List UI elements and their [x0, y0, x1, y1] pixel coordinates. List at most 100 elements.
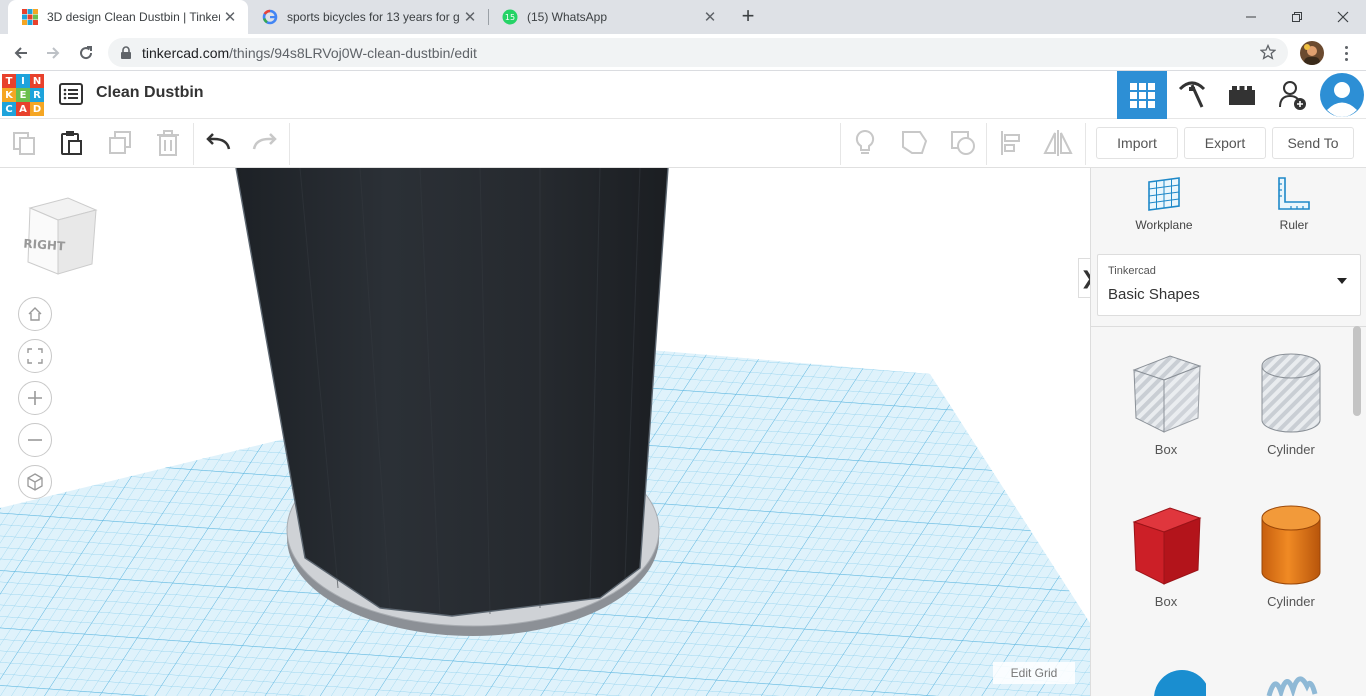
new-tab-button[interactable]: +: [736, 5, 760, 29]
browser-profile-avatar[interactable]: [1300, 41, 1324, 65]
align-icon[interactable]: [996, 128, 1026, 158]
tab-title: 3D design Clean Dustbin | Tinker: [47, 10, 220, 24]
bricks-button[interactable]: [1217, 71, 1267, 119]
restore-window-icon[interactable]: [1274, 0, 1320, 34]
ungroup-icon[interactable]: [948, 128, 978, 158]
paste-icon[interactable]: [56, 128, 86, 158]
workplane-scene[interactable]: [0, 168, 1090, 696]
close-tab-icon[interactable]: ✕: [220, 8, 240, 26]
redo-icon[interactable]: [250, 128, 280, 158]
blue-sphere-icon: [1154, 670, 1206, 696]
minus-icon: [28, 439, 42, 441]
library-source-label: Tinkercad: [1108, 265, 1156, 277]
workplane-label: Workplane: [1135, 218, 1193, 232]
3d-view-button[interactable]: [1117, 71, 1167, 119]
chevron-down-icon: [1337, 278, 1347, 284]
view-cube[interactable]: RIGHT: [22, 196, 102, 282]
zoom-in-button[interactable]: [18, 381, 52, 415]
edit-toolbar: Import Export Send To: [0, 119, 1366, 168]
whatsapp-favicon-icon: 15: [502, 9, 518, 25]
avatar-icon: [1319, 73, 1364, 117]
tinkercad-favicon-icon: [22, 9, 38, 25]
home-icon: [28, 307, 42, 321]
workplane-icon: [1148, 177, 1180, 211]
3d-workplane-viewport[interactable]: RIGHT Edit Grid: [0, 168, 1090, 696]
grid-view-icon: [1130, 83, 1155, 108]
ruler-label: Ruler: [1279, 218, 1309, 232]
library-name: Basic Shapes: [1108, 286, 1200, 303]
panel-scrollbar[interactable]: [1353, 326, 1361, 416]
workplane-tool[interactable]: Workplane: [1119, 176, 1209, 242]
lock-icon: [121, 46, 131, 59]
reload-icon[interactable]: [73, 40, 99, 66]
shape-cylinder-hole[interactable]: Cylinder: [1236, 348, 1346, 468]
design-list-icon[interactable]: [59, 83, 83, 105]
pickaxe-icon: [1178, 81, 1206, 108]
trash-icon[interactable]: [153, 128, 183, 158]
export-button[interactable]: Export: [1184, 127, 1266, 159]
send-to-button[interactable]: Send To: [1272, 127, 1354, 159]
shapes-panel: Workplane Ruler Tinkercad Basic Shapes B…: [1090, 168, 1366, 696]
shape-box-hole[interactable]: Box: [1111, 348, 1221, 468]
fit-view-button[interactable]: [18, 339, 52, 373]
striped-cylinder-icon: [1261, 353, 1321, 433]
svg-text:15: 15: [505, 13, 515, 22]
tab-google-search[interactable]: sports bicycles for 13 years for gi ✕: [248, 0, 488, 34]
fit-all-icon: [27, 348, 43, 364]
shape-label: Box: [1154, 594, 1178, 609]
back-arrow-icon[interactable]: [8, 40, 34, 66]
shape-library-select[interactable]: Tinkercad Basic Shapes: [1097, 254, 1361, 316]
duplicate-icon[interactable]: [105, 128, 135, 158]
tab-tinkercad[interactable]: 3D design Clean Dustbin | Tinker ✕: [8, 0, 248, 34]
ortho-view-button[interactable]: [18, 465, 52, 499]
address-bar-row: tinkercad.com/things/94s8LRVoj0W-clean-d…: [0, 34, 1366, 71]
ruler-tool[interactable]: Ruler: [1249, 176, 1339, 242]
browser-menu-icon[interactable]: [1336, 42, 1356, 64]
import-button[interactable]: Import: [1096, 127, 1178, 159]
share-user-button[interactable]: [1267, 71, 1317, 119]
tinkercad-header: T I N K E R C A D Clean Dustbin: [0, 71, 1366, 119]
bookmark-star-icon[interactable]: [1260, 44, 1276, 60]
tab-title: sports bicycles for 13 years for gi: [287, 10, 460, 24]
shape-label: Cylinder: [1267, 442, 1315, 457]
close-tab-icon[interactable]: ✕: [700, 8, 720, 26]
url-bar[interactable]: tinkercad.com/things/94s8LRVoj0W-clean-d…: [108, 38, 1288, 67]
brick-icon: [1229, 86, 1255, 105]
shape-sphere[interactable]: [1111, 660, 1221, 696]
cube-perspective-icon: [27, 473, 43, 491]
google-favicon-icon: [262, 9, 278, 25]
red-box-icon: [1132, 507, 1202, 585]
tab-title: (15) WhatsApp: [527, 10, 608, 24]
undo-icon[interactable]: [203, 128, 233, 158]
lightbulb-icon[interactable]: [850, 128, 880, 158]
shape-label: Box: [1154, 442, 1178, 457]
ruler-icon: [1278, 177, 1310, 210]
shape-box[interactable]: Box: [1111, 500, 1221, 620]
view-cube-label: RIGHT: [23, 237, 66, 254]
copy-icon[interactable]: [9, 128, 39, 158]
plus-icon: [28, 391, 42, 405]
shape-cylinder[interactable]: Cylinder: [1236, 500, 1346, 620]
shape-scribble[interactable]: [1236, 668, 1346, 696]
mirror-icon[interactable]: [1043, 128, 1073, 158]
shape-label: Cylinder: [1267, 594, 1315, 609]
zoom-out-button[interactable]: [18, 423, 52, 457]
striped-box-icon: [1132, 355, 1202, 433]
codeblocks-button[interactable]: [1167, 71, 1217, 119]
user-avatar-button[interactable]: [1317, 71, 1366, 119]
close-tab-icon[interactable]: ✕: [460, 8, 480, 26]
home-view-button[interactable]: [18, 297, 52, 331]
tinkercad-logo[interactable]: T I N K E R C A D: [2, 74, 44, 116]
browser-tab-bar: 3D design Clean Dustbin | Tinker ✕ sport…: [0, 0, 1366, 34]
edit-grid-button[interactable]: Edit Grid: [993, 662, 1075, 684]
scribble-icon: [1266, 676, 1318, 696]
minimize-window-icon[interactable]: [1228, 0, 1274, 34]
add-user-icon: [1279, 81, 1306, 110]
close-window-icon[interactable]: [1320, 0, 1366, 34]
group-icon[interactable]: [899, 128, 929, 158]
design-title[interactable]: Clean Dustbin: [96, 84, 204, 102]
forward-arrow-icon[interactable]: [40, 40, 66, 66]
url-text: tinkercad.com/things/94s8LRVoj0W-clean-d…: [142, 45, 477, 61]
orange-cylinder-icon: [1261, 505, 1321, 585]
tab-whatsapp[interactable]: 15 (15) WhatsApp ✕: [488, 0, 728, 34]
